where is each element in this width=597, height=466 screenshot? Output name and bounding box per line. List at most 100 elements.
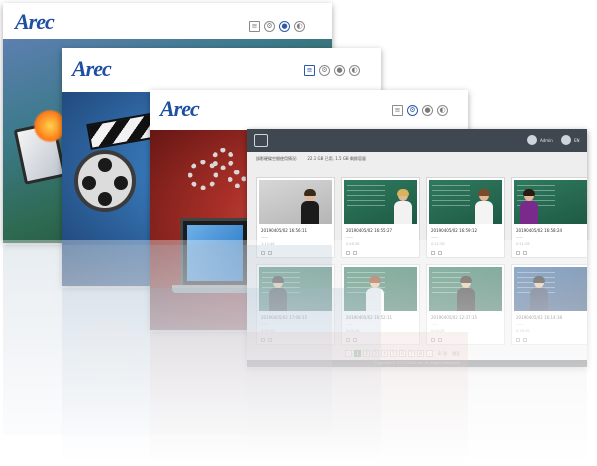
page-button[interactable]: 8 [417,350,424,357]
list-icon[interactable]: ≡ [304,65,315,76]
user-avatar-icon [527,135,537,145]
recording-card[interactable]: 20190405/02 16:14:38 —— 0:38:46 [511,264,587,345]
globe-icon[interactable]: ◐ [437,105,448,116]
delete-icon[interactable] [353,251,357,255]
recording-duration: 0:21:26 [516,242,530,246]
recording-author: —— [261,322,268,326]
user-icon[interactable]: ● [334,65,345,76]
user-icon[interactable]: ● [279,21,290,32]
per-page-select[interactable]: 8/ 頁 [438,351,447,357]
recording-title: 20190405/02 16:59:12 [431,228,478,233]
delete-icon[interactable] [523,338,527,342]
page-button[interactable]: 1 [354,350,361,357]
app-footer: Copyright © 2017 AREC Inc. All Rights Re… [247,360,587,367]
app-logo-icon[interactable] [254,134,268,147]
pagination: ‹ 1 2 3 4 5 6 7 8 › 8/ 頁 跳至 [345,350,460,357]
edit-icon[interactable] [346,338,350,342]
page-button[interactable]: 4 [381,350,388,357]
video-thumbnail[interactable] [429,267,502,311]
clapperboard-illustration [86,112,160,150]
page-button[interactable]: 7 [408,350,415,357]
delete-icon[interactable] [438,251,442,255]
edit-icon[interactable] [261,251,265,255]
recording-card[interactable]: 20190405/02 17:08:15 —— 0:07:59 [256,264,335,345]
recording-duration: 0:04:26 [346,329,360,333]
user-label: Admin [540,137,553,143]
video-thumbnail[interactable] [344,180,417,224]
recording-author: —— [346,322,353,326]
page-button[interactable]: 6 [399,350,406,357]
presenter-figure [394,189,412,224]
window-header: Arec ≡ ⚙ ● ◐ [3,3,332,39]
recording-title: 20190405/02 16:14:38 [516,315,563,320]
video-thumbnail[interactable] [429,180,502,224]
arec-logo: Arec [72,56,112,81]
recording-card[interactable]: 20190405/02 12:37:15 —— 0:04:26 [426,264,505,345]
recording-card[interactable]: 20190405/02 16:55:27 —— 0:46:38 [341,177,420,258]
page-prev-button[interactable]: ‹ [345,350,352,357]
window-header: Arec ≡ ⚙ ● ◐ [62,48,381,92]
gear-icon[interactable]: ⚙ [407,105,418,116]
laptop-base [172,285,254,293]
recording-card[interactable]: 20190405/02 16:56:11 —— 1:12:46 [256,177,335,258]
globe-icon [561,135,571,145]
edit-icon[interactable] [261,338,265,342]
video-thumbnail[interactable] [259,267,332,311]
edit-icon[interactable] [516,251,520,255]
page-button[interactable]: 5 [390,350,397,357]
recording-author: —— [346,235,353,239]
storage-value: 22.1 GB 已用, 1.5 GB 剩餘容量 [307,156,366,161]
edit-icon[interactable] [346,251,350,255]
recording-title: 20190405/02 17:08:15 [261,315,308,320]
recording-title: 20190405/02 16:52:11 [346,315,393,320]
arec-logo: Arec [15,9,55,34]
recording-card[interactable]: 20190405/02 16:59:12 —— 0:21:26 [426,177,505,258]
recording-duration: 0:38:46 [516,329,530,333]
recording-duration: 0:46:38 [346,242,360,246]
list-icon[interactable]: ≡ [392,105,403,116]
page-button[interactable]: 2 [363,350,370,357]
goto-label[interactable]: 跳至 [452,351,460,357]
video-thumbnail[interactable] [344,267,417,311]
storage-label: 錄影硬碟空間使用情況: [256,156,298,161]
delete-icon[interactable] [268,251,272,255]
delete-icon[interactable] [438,338,442,342]
recording-author: —— [431,235,438,239]
storage-info: 錄影硬碟空間使用情況: 22.1 GB 已用, 1.5 GB 剩餘容量 [256,156,366,162]
gear-icon[interactable]: ⚙ [319,65,330,76]
delete-icon[interactable] [353,338,357,342]
user-icon[interactable]: ● [422,105,433,116]
recording-title: 20190405/02 12:37:15 [431,315,478,320]
gear-icon[interactable]: ⚙ [264,21,275,32]
recording-title: 20190405/02 16:58:24 [516,228,563,233]
language-menu[interactable]: EN [561,135,580,145]
window-header: Arec ≡ ⚙ ● ◐ [150,90,468,130]
page-next-button[interactable]: › [426,350,433,357]
video-thumbnail[interactable] [514,267,587,311]
gear-illustration [212,148,234,170]
user-menu[interactable]: Admin [527,135,553,145]
recording-title: 20190405/02 16:55:27 [346,228,393,233]
edit-icon[interactable] [431,251,435,255]
film-reel-illustration [74,150,136,212]
page-button[interactable]: 3 [372,350,379,357]
presenter-figure [520,189,538,224]
gear-illustration [228,170,246,188]
recording-duration: 0:07:59 [261,329,275,333]
delete-icon[interactable] [268,338,272,342]
globe-icon[interactable]: ◐ [349,65,360,76]
laptop-illustration [180,218,250,288]
edit-icon[interactable] [516,338,520,342]
video-thumbnail[interactable] [259,180,332,224]
recording-title: 20190405/02 16:56:11 [261,228,308,233]
presenter-figure [475,189,493,224]
list-icon[interactable]: ≡ [249,21,260,32]
recording-author: —— [431,322,438,326]
recording-card[interactable]: 20190405/02 16:58:24 —— 0:21:26 [511,177,587,258]
recording-card[interactable]: 20190405/02 16:52:11 —— 0:04:26 [341,264,420,345]
globe-icon[interactable]: ◐ [294,21,305,32]
edit-icon[interactable] [431,338,435,342]
delete-icon[interactable] [523,251,527,255]
video-thumbnail[interactable] [514,180,587,224]
recording-author: —— [516,322,523,326]
